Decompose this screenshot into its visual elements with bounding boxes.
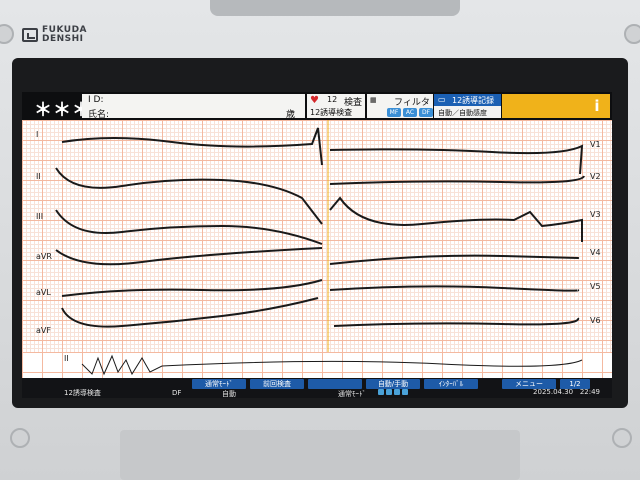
record-sub: 自動／自動感度 [438, 109, 487, 117]
mode-label: 12誘導検査 [310, 108, 353, 117]
top-status-bar: ＊＊＊ I D: 氏名: 歳 ♥ 12 検査 12誘導検査 ▦ フィルタ MF … [22, 92, 612, 121]
waveform-lead-ii [55, 167, 323, 225]
carry-handle [210, 0, 460, 16]
patient-age-unit: 歳 [285, 110, 295, 120]
interval-button[interactable]: ｲﾝﾀｰﾊﾞﾙ [424, 379, 478, 389]
mode-number: 12 [327, 95, 338, 104]
info-icon: i [594, 97, 600, 115]
record-label: 12誘導記録 [452, 96, 495, 105]
filter-chip-ac[interactable]: AC [403, 108, 417, 117]
auto-status: 自動 [222, 390, 236, 398]
waveform-lead-v2 [329, 175, 585, 185]
normal-mode-button[interactable]: 通常ﾓｰﾄﾞ [192, 379, 246, 389]
rhythm-waveform [81, 354, 583, 376]
patient-name-label: 氏名: [88, 110, 110, 120]
printer-icon: ▭ [438, 95, 446, 104]
ecg-screen: ＊＊＊ I D: 氏名: 歳 ♥ 12 検査 12誘導検査 ▦ フィルタ MF … [22, 92, 612, 398]
waveform-lead-v5 [329, 285, 580, 292]
filter-chip-df[interactable]: DF [419, 108, 433, 117]
patient-info-panel[interactable]: I D: 氏名: 歳 [82, 94, 305, 120]
brand-line2: DENSHI [42, 34, 84, 44]
auto-manual-button[interactable]: 自動/手動 [366, 379, 420, 389]
corner-bumper [0, 24, 14, 44]
brand-logo-icon [22, 28, 38, 42]
bottom-status-bar: 通常ﾓｰﾄﾞ 前回検査 自動/手動 ｲﾝﾀｰﾊﾞﾙ メニュー 1/2 12誘導検… [22, 378, 612, 398]
corner-bumper [10, 428, 30, 448]
ecg-device: FUKUDA DENSHI ＊＊＊ I D: 氏名: 歳 ♥ 12 検査 12誘… [0, 0, 640, 480]
waveform-lead-v3 [329, 196, 583, 242]
waveform-lead-avr [55, 247, 323, 266]
mode-status: 12誘導検査 [64, 389, 101, 397]
device-base [120, 430, 520, 480]
brand-logo: FUKUDA DENSHI [22, 26, 87, 44]
waveform-lead-avf [61, 297, 319, 328]
blank-button[interactable] [308, 379, 362, 389]
waveform-lead-v1 [329, 144, 584, 175]
patient-id-label: I D: [88, 95, 104, 105]
ecg-waveforms [55, 120, 585, 352]
waveform-lead-avl [61, 279, 323, 297]
corner-bumper [612, 428, 632, 448]
corner-bumper [624, 24, 640, 44]
filter-icon: ▦ [370, 96, 377, 104]
date: 2025.04.30 [533, 388, 574, 396]
waveform-lead-i [61, 127, 323, 166]
df-status: DF [172, 389, 182, 397]
record-panel[interactable]: ▭ 12誘導記録 自動／自動感度 [434, 94, 501, 118]
filter-chip-mf[interactable]: MF [387, 108, 401, 117]
status-indicator-icon [378, 389, 384, 395]
ecg-12-lead-display: I II III aVR aVL aVF V1 V2 V3 V4 V5 V6 [22, 120, 612, 352]
info-button[interactable]: i [502, 94, 610, 118]
status-indicator-icon [402, 389, 408, 395]
waveform-lead-v4 [329, 254, 580, 265]
waveform-lead-v6 [333, 317, 580, 327]
mode-sub-status: 通常ﾓｰﾄﾞ [338, 390, 366, 398]
heart-icon: ♥ [310, 95, 319, 106]
date-time: 2025.04.30 22:49 [533, 388, 600, 396]
waveform-lead-iii [55, 209, 323, 245]
status-indicator-icon [386, 389, 392, 395]
time: 22:49 [579, 388, 600, 396]
previous-exam-button[interactable]: 前回検査 [250, 379, 304, 389]
exam-mode-panel[interactable]: ♥ 12 検査 12誘導検査 [307, 94, 365, 118]
filter-panel[interactable]: ▦ フィルタ MF AC DF [367, 94, 433, 118]
filter-label: フィルタ [394, 98, 430, 108]
rhythm-strip: II [22, 352, 612, 378]
status-indicator-icon [394, 389, 400, 395]
